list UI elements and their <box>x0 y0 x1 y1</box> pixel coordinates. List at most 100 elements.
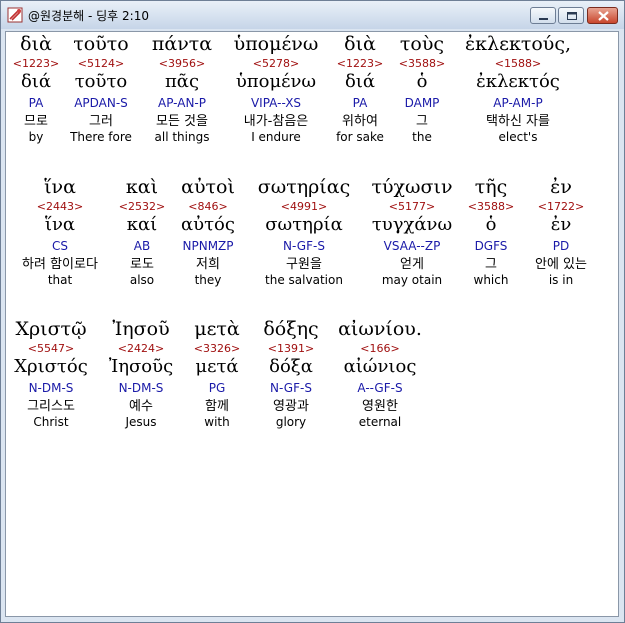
strongs-number[interactable]: <1223> <box>331 57 389 71</box>
english-gloss: that <box>47 273 73 287</box>
greek-text: σωτηρίας <box>257 176 351 198</box>
strongs-number[interactable]: <1722> <box>522 200 600 214</box>
word-column[interactable]: Ἰησοῦ <2424> Ἰησοῦς N-DM-S 예수 Jesus <box>102 317 180 430</box>
parsing-code: APDAN-S <box>74 96 128 110</box>
lemma: ἐκλεκτός <box>476 71 560 92</box>
strongs-number[interactable]: <5124> <box>66 57 136 71</box>
strongs-number[interactable]: <1588> <box>458 57 578 71</box>
strongs-number[interactable]: <3956> <box>142 57 222 71</box>
english-gloss: they <box>194 273 222 287</box>
word-column[interactable]: τοῦτο <5124> τοῦτο APDAN-S 그러 There fore <box>66 32 136 145</box>
title-bar[interactable]: @원경분해 - 딩후 2:10 <box>1 1 624 29</box>
greek-text: διὰ <box>20 33 52 55</box>
strongs-number[interactable]: <5547> <box>8 342 94 356</box>
maximize-icon <box>567 12 577 20</box>
strongs-number[interactable]: <2443> <box>6 200 114 214</box>
lemma: μετά <box>195 356 239 377</box>
english-gloss: for sake <box>336 130 384 144</box>
greek-text: δόξης <box>263 318 319 340</box>
korean-gloss: 위하여 <box>342 114 378 129</box>
greek-text: αἰωνίου. <box>338 318 422 340</box>
korean-gloss: 그러 <box>89 114 113 129</box>
lemma: ὁ <box>416 71 428 92</box>
word-column[interactable]: σωτηρίας <4991> σωτηρία N-GF-S 구원을 the s… <box>250 175 358 288</box>
parsing-code: VIPA--XS <box>250 96 302 110</box>
interlinear-view[interactable]: διὰ <1223> διά PA 므로 by τοῦτο <5124> τοῦ… <box>5 31 619 617</box>
greek-text: πάντα <box>151 33 213 55</box>
word-column[interactable]: Χριστῷ <5547> Χριστός N-DM-S 그리스도 Christ <box>8 317 94 430</box>
strongs-number[interactable]: <5278> <box>226 57 326 71</box>
lemma: αἰώνιος <box>343 356 417 377</box>
strongs-number[interactable]: <1223> <box>6 57 66 71</box>
strongs-number[interactable]: <2532> <box>116 200 168 214</box>
strongs-number[interactable]: <3588> <box>466 200 516 214</box>
word-column[interactable]: αἰωνίου. <166> αἰώνιος A--GF-S 영원한 etern… <box>330 317 430 430</box>
minimize-icon <box>539 18 548 20</box>
word-column[interactable]: τοὺς <3588> ὁ DAMP 그 the <box>391 32 453 145</box>
word-column[interactable]: ἵνα <2443> ἵνα CS 하려 함이로다 that <box>6 175 114 288</box>
close-button[interactable] <box>587 7 618 24</box>
strongs-number[interactable]: <5177> <box>362 200 462 214</box>
word-column[interactable]: τύχωσιν <5177> τυγχάνω VSAA--ZP 얻게 may o… <box>362 175 462 288</box>
parsing-code: VSAA--ZP <box>383 239 441 253</box>
strongs-number[interactable]: <846> <box>172 200 244 214</box>
strongs-number[interactable]: <1391> <box>254 342 328 356</box>
parsing-code: DAMP <box>404 96 440 110</box>
lemma: τοῦτο <box>74 71 128 92</box>
word-column[interactable]: πάντα <3956> πᾶς AP-AN-P 모든 것을 all thing… <box>142 32 222 145</box>
word-column[interactable]: διὰ <1223> διά PA 므로 by <box>6 32 66 145</box>
strongs-number[interactable]: <2424> <box>102 342 180 356</box>
english-gloss: with <box>204 415 230 429</box>
korean-gloss: 내가-참음은 <box>243 114 309 129</box>
word-column[interactable]: αὐτοὶ <846> αὐτός NPNMZP 저희 they <box>172 175 244 288</box>
strongs-number[interactable]: <166> <box>330 342 430 356</box>
parsing-code: NPNMZP <box>182 239 234 253</box>
lemma: αὐτός <box>181 214 235 235</box>
greek-text: ὑπομένω <box>233 33 319 55</box>
parsing-code: PA <box>352 96 368 110</box>
greek-text: διὰ <box>344 33 376 55</box>
korean-gloss: 택하신 자를 <box>486 114 550 129</box>
word-column[interactable]: δόξης <1391> δόξα N-GF-S 영광과 glory <box>254 317 328 430</box>
lemma: ὁ <box>485 214 497 235</box>
greek-text: Χριστῷ <box>15 318 87 340</box>
korean-gloss: 영원한 <box>362 399 398 414</box>
greek-text: τῆς <box>474 176 508 198</box>
word-column[interactable]: μετὰ <3326> μετά PG 함께 with <box>186 317 248 430</box>
greek-text: αὐτοὶ <box>181 176 235 198</box>
maximize-button[interactable] <box>558 7 584 24</box>
app-icon <box>7 7 23 23</box>
greek-text: τοῦτο <box>73 33 129 55</box>
greek-text: ἐν <box>550 176 572 198</box>
strongs-number[interactable]: <3588> <box>391 57 453 71</box>
korean-gloss: 하려 함이로다 <box>22 257 98 272</box>
lemma: διά <box>20 71 52 92</box>
lemma: καί <box>126 214 158 235</box>
english-gloss: is in <box>548 273 574 287</box>
lemma: πᾶς <box>164 71 200 92</box>
korean-gloss: 그리스도 <box>27 399 75 414</box>
lemma: διά <box>344 71 376 92</box>
english-gloss: also <box>129 273 155 287</box>
parsing-code: N-GF-S <box>270 381 312 395</box>
word-column[interactable]: καὶ <2532> καί AB 로도 also <box>116 175 168 288</box>
lemma: ἵνα <box>44 214 76 235</box>
korean-gloss: 얻게 <box>400 257 424 272</box>
lemma: σωτηρία <box>265 214 343 235</box>
korean-gloss: 영광과 <box>273 399 309 414</box>
word-column[interactable]: ὑπομένω <5278> ὑπομένω VIPA--XS 내가-참음은 I… <box>226 32 326 145</box>
strongs-number[interactable]: <3326> <box>186 342 248 356</box>
app-window: @원경분해 - 딩후 2:10 διὰ <1223> διά PA 므로 by … <box>0 0 625 623</box>
word-column[interactable]: ἐκλεκτούς, <1588> ἐκλεκτός AP-AM-P 택하신 자… <box>458 32 578 145</box>
word-column[interactable]: ἐν <1722> ἐν PD 안에 있는 is in <box>522 175 600 288</box>
english-gloss: Christ <box>33 415 69 429</box>
korean-gloss: 구원을 <box>286 257 322 272</box>
minimize-button[interactable] <box>530 7 556 24</box>
word-column[interactable]: τῆς <3588> ὁ DGFS 그 which <box>466 175 516 288</box>
word-column[interactable]: διὰ <1223> διά PA 위하여 for sake <box>331 32 389 145</box>
parsing-code: CS <box>52 239 68 253</box>
parsing-code: PG <box>208 381 226 395</box>
greek-text: τύχωσιν <box>371 176 453 198</box>
lemma: τυγχάνω <box>371 214 453 235</box>
strongs-number[interactable]: <4991> <box>250 200 358 214</box>
